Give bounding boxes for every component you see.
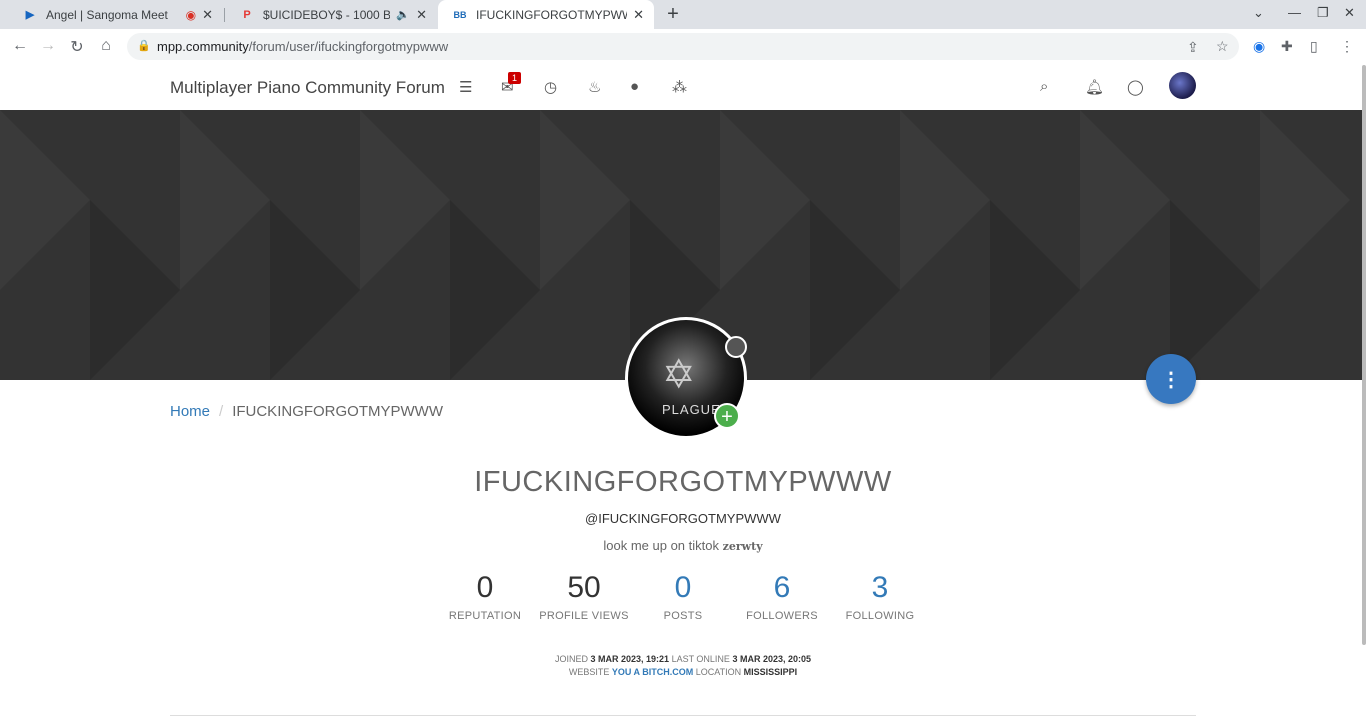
stat-value[interactable]: 3 [830,570,930,606]
new-tab-button[interactable]: + [662,3,684,25]
last-online-date: 3 MAR 2023, 20:05 [732,654,811,664]
follow-button[interactable]: + [714,403,740,429]
breadcrumb: Home / IFUCKINGFORGOTMYPWWW [170,403,443,420]
breadcrumb-separator: / [219,403,224,420]
chrome-menu-icon[interactable]: ⋮ [1340,38,1354,55]
forum-brand[interactable]: Multiplayer Piano Community Forum [170,78,445,98]
profile-meta-dates: JOINED 3 MAR 2023, 19:21 LAST ONLINE 3 M… [0,654,1366,664]
stat-value: 50 [567,571,601,604]
extensions-puzzle-icon[interactable]: ✚ [1281,38,1293,55]
profile-about: look me up on tiktok zerwty [0,538,1366,553]
recording-icon: ◉ [185,7,197,22]
close-window-icon[interactable]: ✕ [1344,5,1355,21]
users-icon[interactable]: ● [630,78,639,95]
stat-value[interactable]: 6 [732,570,832,606]
stat-label: FOLLOWERS [746,610,818,622]
restore-icon[interactable]: ❐ [1317,5,1329,21]
stat-reputation: 0 REPUTATION [435,570,535,622]
home-icon[interactable]: ⌂ [96,37,116,55]
back-icon[interactable]: ← [10,37,30,55]
joined-date: 3 MAR 2023, 19:21 [590,654,670,664]
tab-profile[interactable]: BB IFUCKINGFORGOTMYPWWW | m ✕ [438,0,654,29]
last-online-label: LAST ONLINE [671,654,730,664]
reload-icon[interactable]: ↻ [67,37,87,57]
website-link[interactable]: YOU A BITCH.COM [612,667,693,677]
extension-icon[interactable]: ◉ [1253,38,1265,55]
url-text[interactable]: mpp.community/forum/user/ifuckingforgotm… [157,39,448,54]
profile-actions-button[interactable]: ⋮ [1146,354,1196,404]
stat-following[interactable]: 3 FOLLOWING [830,570,930,622]
page-scrollbar[interactable] [1362,65,1366,645]
tab-suicideboys[interactable]: P $UICIDEBOY$ - 1000 BLUNTS 🔈 ✕ [225,0,437,29]
stat-posts[interactable]: 0 POSTS [633,570,733,622]
location-label: LOCATION [695,667,742,677]
nodebb-favicon-icon: BB [453,9,467,20]
section-divider [170,715,1196,716]
notifications-bell-icon[interactable]: 🔔︎ [1085,78,1104,96]
forward-icon[interactable]: → [38,37,58,55]
tab-close-icon[interactable]: ✕ [202,7,213,23]
profile-username: @IFUCKINGFORGOTMYPWWW [585,511,781,526]
joined-label: JOINED [554,654,588,664]
tab-title: Angel | Sangoma Meet [46,7,168,22]
tab-sangoma-meet[interactable]: ▶ Angel | Sangoma Meet ◉ ✕ [8,0,223,29]
stat-label: FOLLOWING [845,610,915,622]
share-icon[interactable]: ⇪ [1187,39,1199,56]
popular-fire-icon[interactable]: ♨ [588,78,601,96]
address-bar[interactable]: 🔒 mpp.community/forum/user/ifuckingforgo… [127,33,1239,60]
about-handle: zerwty [722,540,763,553]
tab-close-icon[interactable]: ✕ [416,7,427,23]
stat-label: REPUTATION [448,610,522,622]
chats-icon[interactable]: ◯ [1127,78,1144,96]
stat-value[interactable]: 0 [633,570,733,606]
pinterest-favicon-icon: P [243,8,251,21]
search-icon[interactable]: ⌕ [1040,78,1048,95]
profile-fullname: IFUCKINGFORGOTMYPWWW [474,466,892,498]
tab-title: $UICIDEBOY$ - 1000 BLUNTS [263,7,391,22]
user-menu-avatar[interactable] [1169,72,1196,99]
side-panel-icon[interactable]: ▯ [1310,38,1318,55]
bookmark-star-icon[interactable]: ☆ [1216,38,1229,55]
breadcrumb-current: IFUCKINGFORGOTMYPWWW [232,403,443,420]
stat-label: PROFILE VIEWS [539,610,629,622]
offline-status-dot [725,336,747,358]
about-text: look me up on tiktok [603,538,719,553]
categories-icon[interactable]: ☰ [459,78,472,96]
groups-icon[interactable]: ⁂ [672,78,687,96]
unread-badge: 1 [508,72,522,84]
website-label: WEBSITE [568,667,610,677]
forum-navbar: Multiplayer Piano Community Forum ☰ ✉ 1 … [0,64,1366,111]
lock-icon[interactable]: 🔒 [137,39,151,52]
pentagram-icon: ✡ [662,353,696,397]
profile-meta-info: WEBSITE YOU A BITCH.COM LOCATION MISSISS… [0,667,1366,677]
browser-toolbar: ← → ↻ ⌂ 🔒 mpp.community/forum/user/ifuck… [0,29,1366,65]
location-value: MISSISSIPPI [743,667,798,677]
browser-tab-strip: ▶ Angel | Sangoma Meet ◉ ✕ P $UICIDEBOY$… [0,0,1366,29]
stat-value: 0 [476,571,494,604]
stat-label: POSTS [663,610,703,622]
recent-clock-icon[interactable]: ◷ [544,78,557,96]
meet-favicon-icon: ▶ [25,9,35,21]
audio-playing-icon[interactable]: 🔈 [396,8,410,21]
stat-profile-views: 50 PROFILE VIEWS [534,570,634,622]
minimize-icon[interactable]: — [1288,5,1301,20]
tab-title: IFUCKINGFORGOTMYPWWW | m [476,7,627,22]
stat-followers[interactable]: 6 FOLLOWERS [732,570,832,622]
tab-close-icon[interactable]: ✕ [633,7,644,23]
tab-search-icon[interactable]: ⌄ [1253,5,1264,21]
breadcrumb-home[interactable]: Home [170,403,210,420]
